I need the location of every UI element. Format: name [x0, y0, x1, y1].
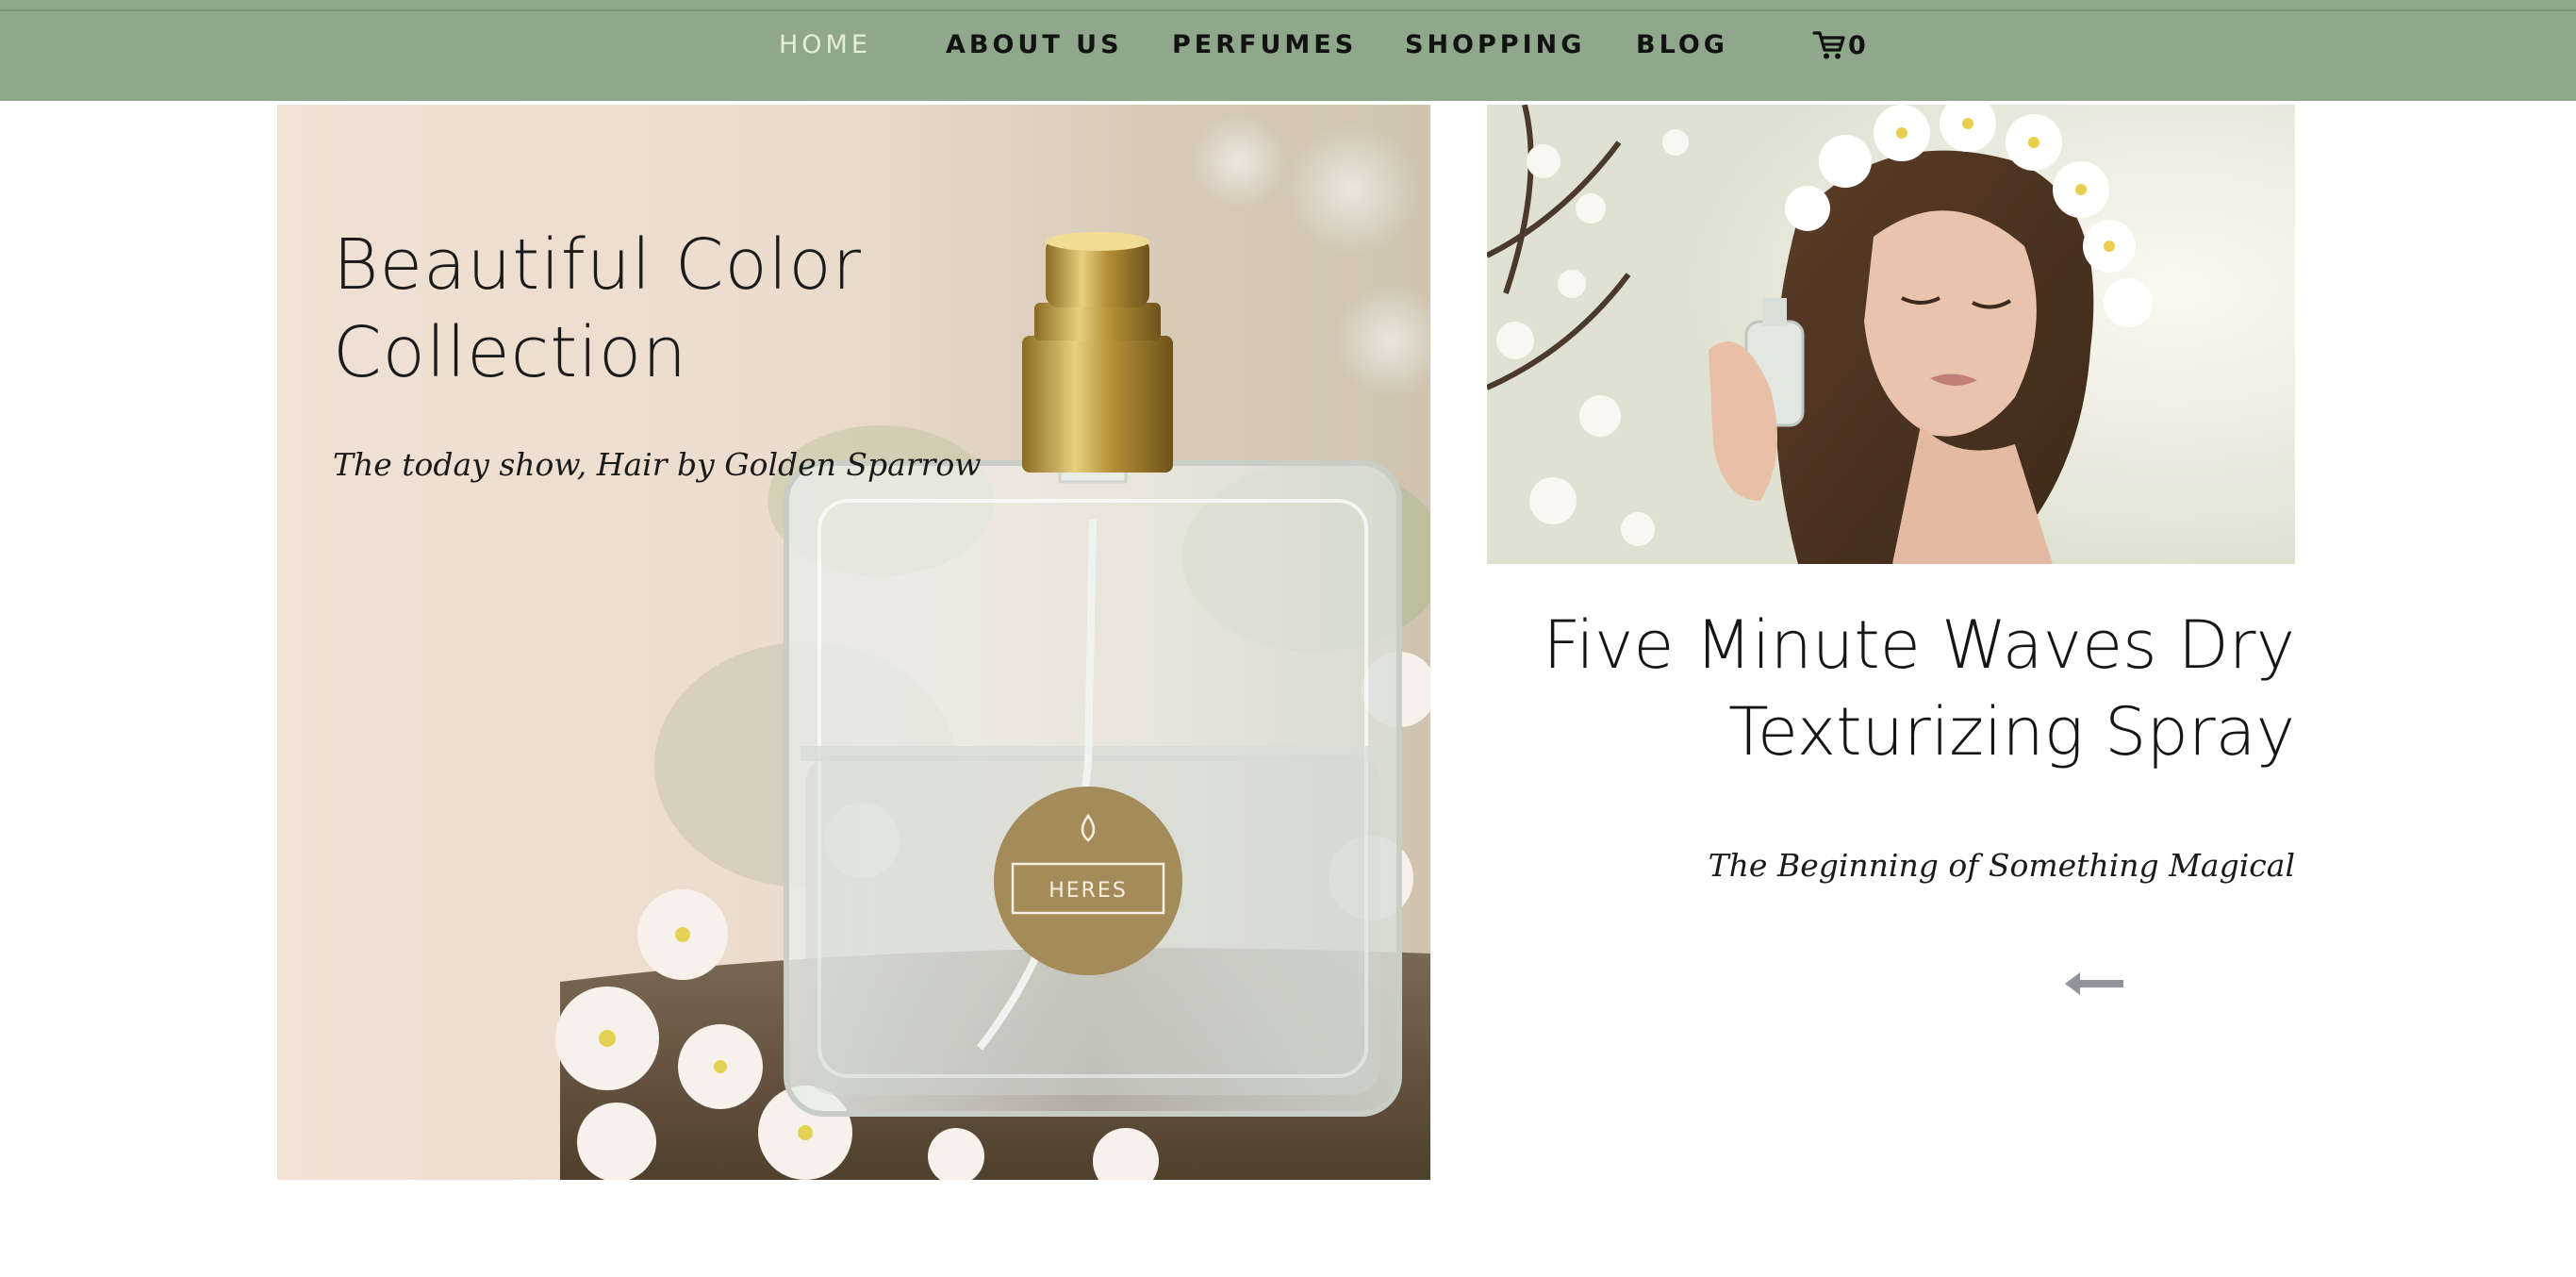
bottle-label-text: HERES — [1049, 879, 1128, 903]
feature-subtitle: The Beginning of Something Magical — [1708, 847, 2295, 884]
feature-title-line2: Texturizing Spray — [1728, 693, 2295, 771]
cart-icon — [1812, 31, 1845, 59]
feature-image[interactable] — [1487, 105, 2295, 564]
arrow-left-icon — [2065, 972, 2123, 995]
cart-count: 0 — [1848, 30, 1866, 60]
feature-title-line1: Five Minute Waves Dry — [1543, 606, 2295, 684]
nav-item-shopping[interactable]: SHOPPING — [1405, 28, 1585, 62]
hero-title-line1: Beautiful Color — [333, 224, 863, 306]
hero-banner[interactable]: HERES Beautiful Color Collection The tod… — [277, 105, 1430, 1180]
woman-with-perfume-image — [1487, 105, 2295, 564]
hero-title-line2: Collection — [333, 312, 688, 393]
cart-button[interactable]: 0 — [1812, 26, 1866, 64]
hero-title: Beautiful Color Collection — [333, 222, 993, 397]
slider-prev-button[interactable] — [2061, 967, 2127, 1001]
feature-title: Five Minute Waves Dry Texturizing Spray — [1446, 602, 2295, 775]
nav-item-about-us[interactable]: ABOUT US — [946, 28, 1123, 62]
nav-item-perfumes[interactable]: PERFUMES — [1172, 28, 1357, 62]
nav-item-blog[interactable]: BLOG — [1636, 28, 1728, 62]
main-nav: HOME ABOUT US PERFUMES SHOPPING BLOG — [0, 28, 2576, 66]
top-navigation-bar: HOME ABOUT US PERFUMES SHOPPING BLOG 0 — [0, 0, 2576, 101]
hero-subtitle: The today show, Hair by Golden Sparrow — [333, 446, 982, 483]
nav-top-divider — [0, 9, 2576, 11]
nav-item-home[interactable]: HOME — [779, 28, 871, 62]
